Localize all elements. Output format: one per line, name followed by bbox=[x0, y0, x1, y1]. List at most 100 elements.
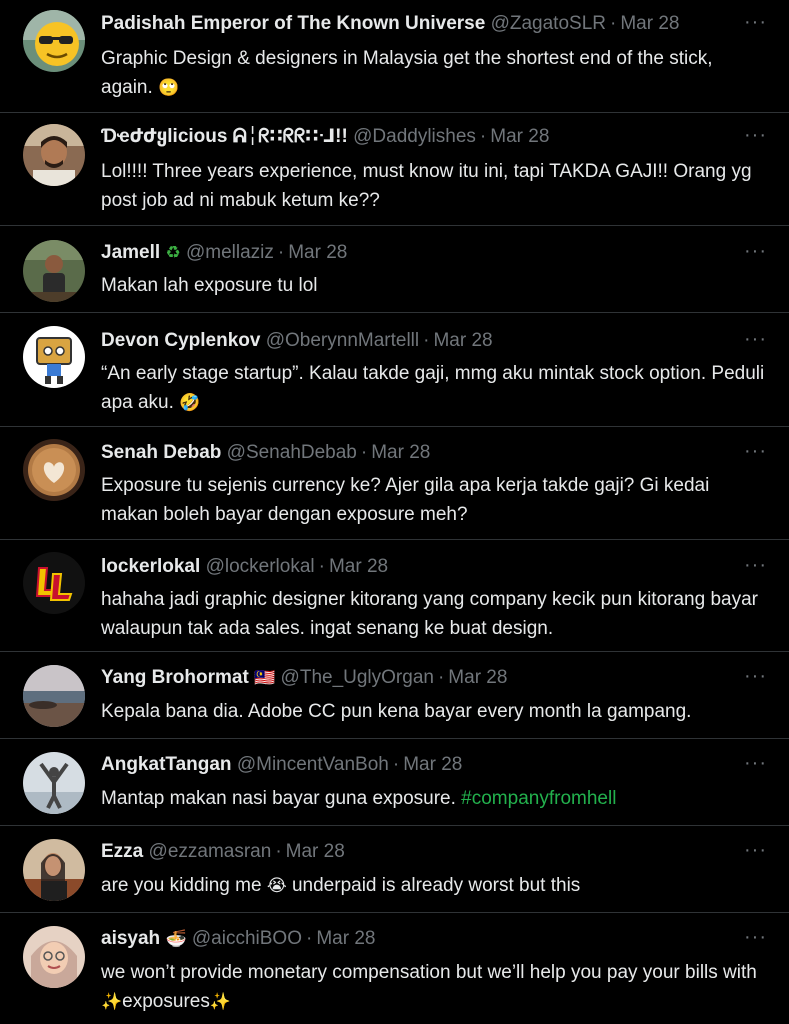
tweet-text: we won’t provide monetary compensation b… bbox=[101, 958, 769, 1017]
tweet-body: Lol!!!! Three years experience, must kno… bbox=[101, 161, 752, 211]
tweet-body: are you kidding me bbox=[101, 875, 262, 896]
tweet[interactable]: Jamell ♻ @mellaziz · Mar 28 ··· Makan lah … bbox=[0, 226, 789, 313]
more-options-icon[interactable]: ··· bbox=[744, 441, 767, 461]
face-with-rolling-eyes-emoji: 🙄 bbox=[158, 78, 180, 98]
man-photo-avatar-icon bbox=[23, 124, 85, 186]
handle[interactable]: @Daddylishes bbox=[353, 126, 476, 147]
display-name[interactable]: Devon Cyplenkov bbox=[101, 330, 260, 351]
cartoon-avatar-icon bbox=[23, 326, 85, 388]
more-options-icon[interactable]: ··· bbox=[744, 753, 767, 773]
tweet-header: Senah Debab @SenahDebab · Mar 28 bbox=[101, 440, 749, 466]
avatar[interactable] bbox=[23, 124, 85, 186]
malaysia-flag-icon: 🇲🇾 bbox=[254, 668, 276, 688]
tweet-text: Graphic Design & designers in Malaysia g… bbox=[101, 44, 769, 103]
noodle-bowl-badge-icon: 🍜 bbox=[165, 929, 187, 949]
tweet-header: Yang Brohormat 🇲🇾 @The_UglyOrgan · Mar 28 bbox=[101, 665, 749, 691]
handle[interactable]: @mellaziz bbox=[186, 242, 274, 263]
handle[interactable]: @OberynnMartelll bbox=[266, 330, 419, 351]
display-name[interactable]: Ɗҽժժყlicious ᕱ╎ᖇ∷ᖇᖇ∷ᒲ!! bbox=[101, 126, 348, 147]
tweet-text: hahaha jadi graphic designer kitorang ya… bbox=[101, 585, 769, 643]
tweet[interactable]: Yang Brohormat 🇲🇾 @The_UglyOrgan · Mar 28 … bbox=[0, 652, 789, 739]
avatar[interactable] bbox=[23, 665, 85, 727]
raised-arms-avatar-icon bbox=[23, 752, 85, 814]
more-options-icon[interactable]: ··· bbox=[744, 125, 767, 145]
display-name[interactable]: Padishah Emperor of The Known Universe bbox=[101, 13, 485, 34]
more-options-icon[interactable]: ··· bbox=[744, 555, 767, 575]
separator: · bbox=[306, 928, 313, 949]
tweet-body: Makan lah exposure tu lol bbox=[101, 275, 318, 296]
sunglasses-emoji-avatar-icon bbox=[23, 10, 85, 72]
separator: · bbox=[392, 754, 400, 775]
handle[interactable]: @SenahDebab bbox=[227, 442, 357, 463]
more-options-icon[interactable]: ··· bbox=[744, 12, 767, 32]
tweet[interactable]: Ezza @ezzamasran · Mar 28 ··· are you kidd… bbox=[0, 826, 789, 913]
timestamp[interactable]: Mar 28 bbox=[620, 13, 679, 34]
display-name[interactable]: Senah Debab bbox=[101, 442, 221, 463]
tweet-text: Kepala bana dia. Adobe CC pun kena bayar… bbox=[101, 697, 769, 726]
more-options-icon[interactable]: ··· bbox=[744, 927, 767, 947]
display-name[interactable]: Yang Brohormat bbox=[101, 667, 249, 688]
rolling-on-floor-laughing-emoji: 🤣 bbox=[179, 393, 201, 413]
tweet[interactable]: Devon Cyplenkov @OberynnMartelll · Mar 28 … bbox=[0, 313, 789, 427]
avatar[interactable] bbox=[23, 552, 85, 614]
separator: · bbox=[360, 442, 368, 463]
tweet-text: Lol!!!! Three years experience, must kno… bbox=[101, 157, 769, 215]
tweet[interactable]: Senah Debab @SenahDebab · Mar 28 ··· Expos… bbox=[0, 427, 789, 540]
avatar[interactable] bbox=[23, 240, 85, 302]
display-name[interactable]: Jamell bbox=[101, 242, 160, 263]
sparkles-emoji: ✨ bbox=[101, 992, 123, 1012]
avatar[interactable] bbox=[23, 439, 85, 501]
tweet[interactable]: aisyah 🍜 @aicchiBOO · Mar 28 ··· we won’t … bbox=[0, 913, 789, 1024]
timestamp[interactable]: Mar 28 bbox=[490, 126, 549, 147]
display-name[interactable]: AngkatTangan bbox=[101, 754, 232, 775]
avatar[interactable] bbox=[23, 839, 85, 901]
timestamp[interactable]: Mar 28 bbox=[329, 556, 388, 577]
woman-photo-avatar-icon bbox=[23, 839, 85, 901]
hijab-woman-avatar-icon bbox=[23, 926, 85, 988]
separator: · bbox=[423, 330, 430, 351]
tweet-text: Makan lah exposure tu lol bbox=[101, 271, 769, 300]
separator: · bbox=[277, 242, 285, 263]
timestamp[interactable]: Mar 28 bbox=[433, 330, 492, 351]
avatar[interactable] bbox=[23, 326, 85, 388]
timestamp[interactable]: Mar 28 bbox=[288, 242, 347, 263]
tweet[interactable]: AngkatTangan @MincentVanBoh · Mar 28 ··· M… bbox=[0, 739, 789, 826]
timestamp[interactable]: Mar 28 bbox=[448, 667, 507, 688]
ll-logo-avatar-icon bbox=[23, 552, 85, 614]
tweet-body: Mantap makan nasi bayar guna exposure. bbox=[101, 788, 456, 809]
tweet-header: aisyah 🍜 @aicchiBOO · Mar 28 bbox=[101, 926, 749, 952]
avatar[interactable] bbox=[23, 10, 85, 72]
tweet-body: Exposure tu sejenis currency ke? Ajer gi… bbox=[101, 475, 710, 525]
avatar[interactable] bbox=[23, 752, 85, 814]
hashtag-link[interactable]: #companyfromhell bbox=[461, 788, 616, 809]
tweet[interactable]: Ɗҽժժყlicious ᕱ╎ᖇ∷ᖇᖇ∷ᒲ!! @Daddylishes · Mar… bbox=[0, 113, 789, 226]
more-options-icon[interactable]: ··· bbox=[744, 329, 767, 349]
timestamp[interactable]: Mar 28 bbox=[371, 442, 430, 463]
loudly-crying-face-emoji: 😭 bbox=[266, 876, 287, 896]
more-options-icon[interactable]: ··· bbox=[744, 241, 767, 261]
timestamp[interactable]: Mar 28 bbox=[403, 754, 462, 775]
display-name[interactable]: aisyah bbox=[101, 928, 160, 949]
handle[interactable]: @The_UglyOrgan bbox=[281, 667, 434, 688]
timestamp[interactable]: Mar 28 bbox=[316, 928, 375, 949]
tweet-header: Devon Cyplenkov @OberynnMartelll · Mar 28 bbox=[101, 328, 749, 354]
handle[interactable]: @aicchiBOO bbox=[192, 928, 302, 949]
handle[interactable]: @lockerlokal bbox=[206, 556, 315, 577]
man-outdoor-avatar-icon bbox=[23, 240, 85, 302]
tweet[interactable]: Padishah Emperor of The Known Universe @… bbox=[0, 0, 789, 113]
handle[interactable]: @MincentVanBoh bbox=[237, 754, 389, 775]
separator: · bbox=[275, 841, 282, 862]
tweet-feed: Padishah Emperor of The Known Universe @… bbox=[0, 0, 789, 1024]
recycle-badge-icon: ♻ bbox=[165, 243, 181, 263]
display-name[interactable]: Ezza bbox=[101, 841, 143, 862]
handle[interactable]: @ezzamasran bbox=[149, 841, 272, 862]
tweet-header: Padishah Emperor of The Known Universe @… bbox=[101, 11, 749, 37]
seascape-avatar-icon bbox=[23, 665, 85, 727]
more-options-icon[interactable]: ··· bbox=[744, 840, 767, 860]
timestamp[interactable]: Mar 28 bbox=[286, 841, 345, 862]
tweet[interactable]: lockerlokal @lockerlokal · Mar 28 ··· haha… bbox=[0, 540, 789, 652]
handle[interactable]: @ZagatoSLR bbox=[491, 13, 606, 34]
avatar[interactable] bbox=[23, 926, 85, 988]
display-name[interactable]: lockerlokal bbox=[101, 556, 200, 577]
more-options-icon[interactable]: ··· bbox=[744, 666, 767, 686]
